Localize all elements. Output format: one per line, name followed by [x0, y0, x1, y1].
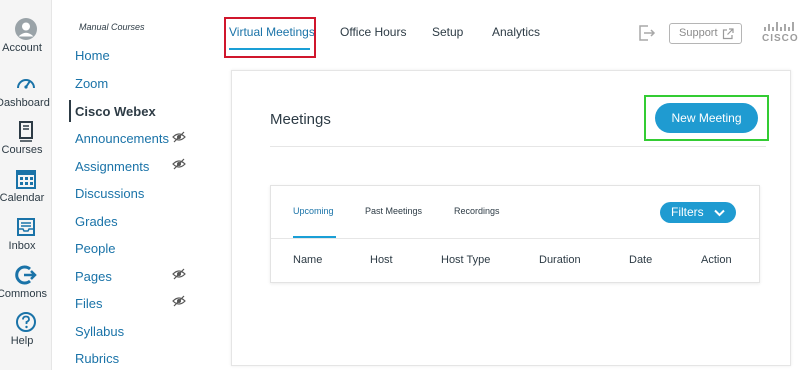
nav-calendar-label: Calendar: [0, 192, 45, 204]
divider: [270, 146, 766, 147]
course-nav-grades[interactable]: Grades: [75, 214, 118, 229]
hidden-eye-icon: [172, 131, 186, 143]
course-nav-people[interactable]: People: [75, 241, 115, 256]
tab-office-hours[interactable]: Office Hours: [340, 25, 406, 39]
page-title: Meetings: [270, 111, 331, 128]
exit-icon[interactable]: [638, 24, 656, 42]
column-header-name: Name: [293, 254, 323, 266]
help-icon: [16, 312, 36, 332]
tab-past-meetings[interactable]: Past Meetings: [365, 206, 422, 216]
tab-analytics[interactable]: Analytics: [492, 25, 540, 39]
external-link-icon: [722, 28, 734, 40]
nav-dashboard[interactable]: Dashboard: [0, 73, 52, 109]
hidden-eye-icon: [172, 295, 186, 307]
column-header-host-type: Host Type: [441, 254, 491, 266]
meetings-card: Meetings New Meeting Upcoming Past Meeti…: [231, 70, 791, 366]
tab-upcoming[interactable]: Upcoming: [293, 206, 334, 216]
nav-commons-label: Commons: [0, 288, 48, 300]
course-nav-syllabus[interactable]: Syllabus: [75, 324, 124, 339]
divider: [271, 238, 759, 239]
main-content: Virtual Meetings Office Hours Setup Anal…: [208, 0, 800, 370]
course-nav-files[interactable]: Files: [75, 296, 102, 311]
book-icon: [19, 121, 33, 142]
calendar-icon: [16, 170, 36, 189]
column-header-action: Action: [701, 254, 732, 266]
inbox-icon: [17, 218, 35, 236]
course-nav: Manual Courses Home Zoom Cisco Webex Ann…: [52, 0, 208, 370]
nav-courses[interactable]: Courses: [0, 120, 52, 156]
course-nav-rubrics[interactable]: Rubrics: [75, 351, 119, 366]
hidden-eye-icon: [172, 158, 186, 170]
course-nav-discussions[interactable]: Discussions: [75, 186, 144, 201]
account-icon: [15, 18, 37, 40]
nav-account[interactable]: Account: [0, 18, 52, 54]
nav-inbox-label: Inbox: [8, 240, 36, 252]
cisco-bars-icon: [764, 22, 794, 31]
highlight-box-green: [644, 95, 769, 141]
active-indicator: [69, 100, 71, 122]
filters-label: Filters: [671, 205, 704, 219]
nav-account-label: Account: [2, 42, 42, 54]
meetings-panel: Upcoming Past Meetings Recordings Filter…: [270, 185, 760, 283]
course-nav-home[interactable]: Home: [75, 48, 110, 63]
nav-calendar[interactable]: Calendar: [0, 168, 52, 204]
course-nav-announcements[interactable]: Announcements: [75, 131, 169, 146]
commons-icon: [15, 265, 37, 285]
tab-setup[interactable]: Setup: [432, 25, 463, 39]
nav-courses-label: Courses: [1, 144, 43, 156]
nav-inbox[interactable]: Inbox: [0, 216, 52, 252]
course-nav-cisco-webex[interactable]: Cisco Webex: [75, 104, 156, 119]
column-header-date: Date: [629, 254, 653, 266]
global-nav: Account Dashboard Courses Calendar Inbox…: [0, 0, 52, 370]
course-nav-zoom[interactable]: Zoom: [75, 76, 108, 91]
dashboard-icon: [17, 79, 35, 89]
highlight-box-red: [224, 17, 316, 58]
nav-commons[interactable]: Commons: [0, 264, 52, 300]
support-button[interactable]: Support: [669, 23, 742, 44]
column-header-host: Host: [370, 254, 393, 266]
cisco-logo: CISCO: [762, 20, 798, 46]
hidden-eye-icon: [172, 268, 186, 280]
chevron-down-icon: [714, 209, 725, 217]
cisco-wordmark: CISCO: [762, 33, 799, 44]
nav-help-label: Help: [10, 335, 34, 347]
course-nav-pages[interactable]: Pages: [75, 269, 112, 284]
support-label: Support: [679, 27, 718, 39]
course-nav-assignments[interactable]: Assignments: [75, 159, 149, 174]
column-header-duration: Duration: [539, 254, 581, 266]
nav-help[interactable]: Help: [0, 311, 52, 347]
filters-button[interactable]: Filters: [660, 202, 736, 223]
nav-dashboard-label: Dashboard: [0, 97, 50, 109]
tab-recordings[interactable]: Recordings: [454, 206, 500, 216]
breadcrumb[interactable]: Manual Courses: [79, 22, 145, 32]
